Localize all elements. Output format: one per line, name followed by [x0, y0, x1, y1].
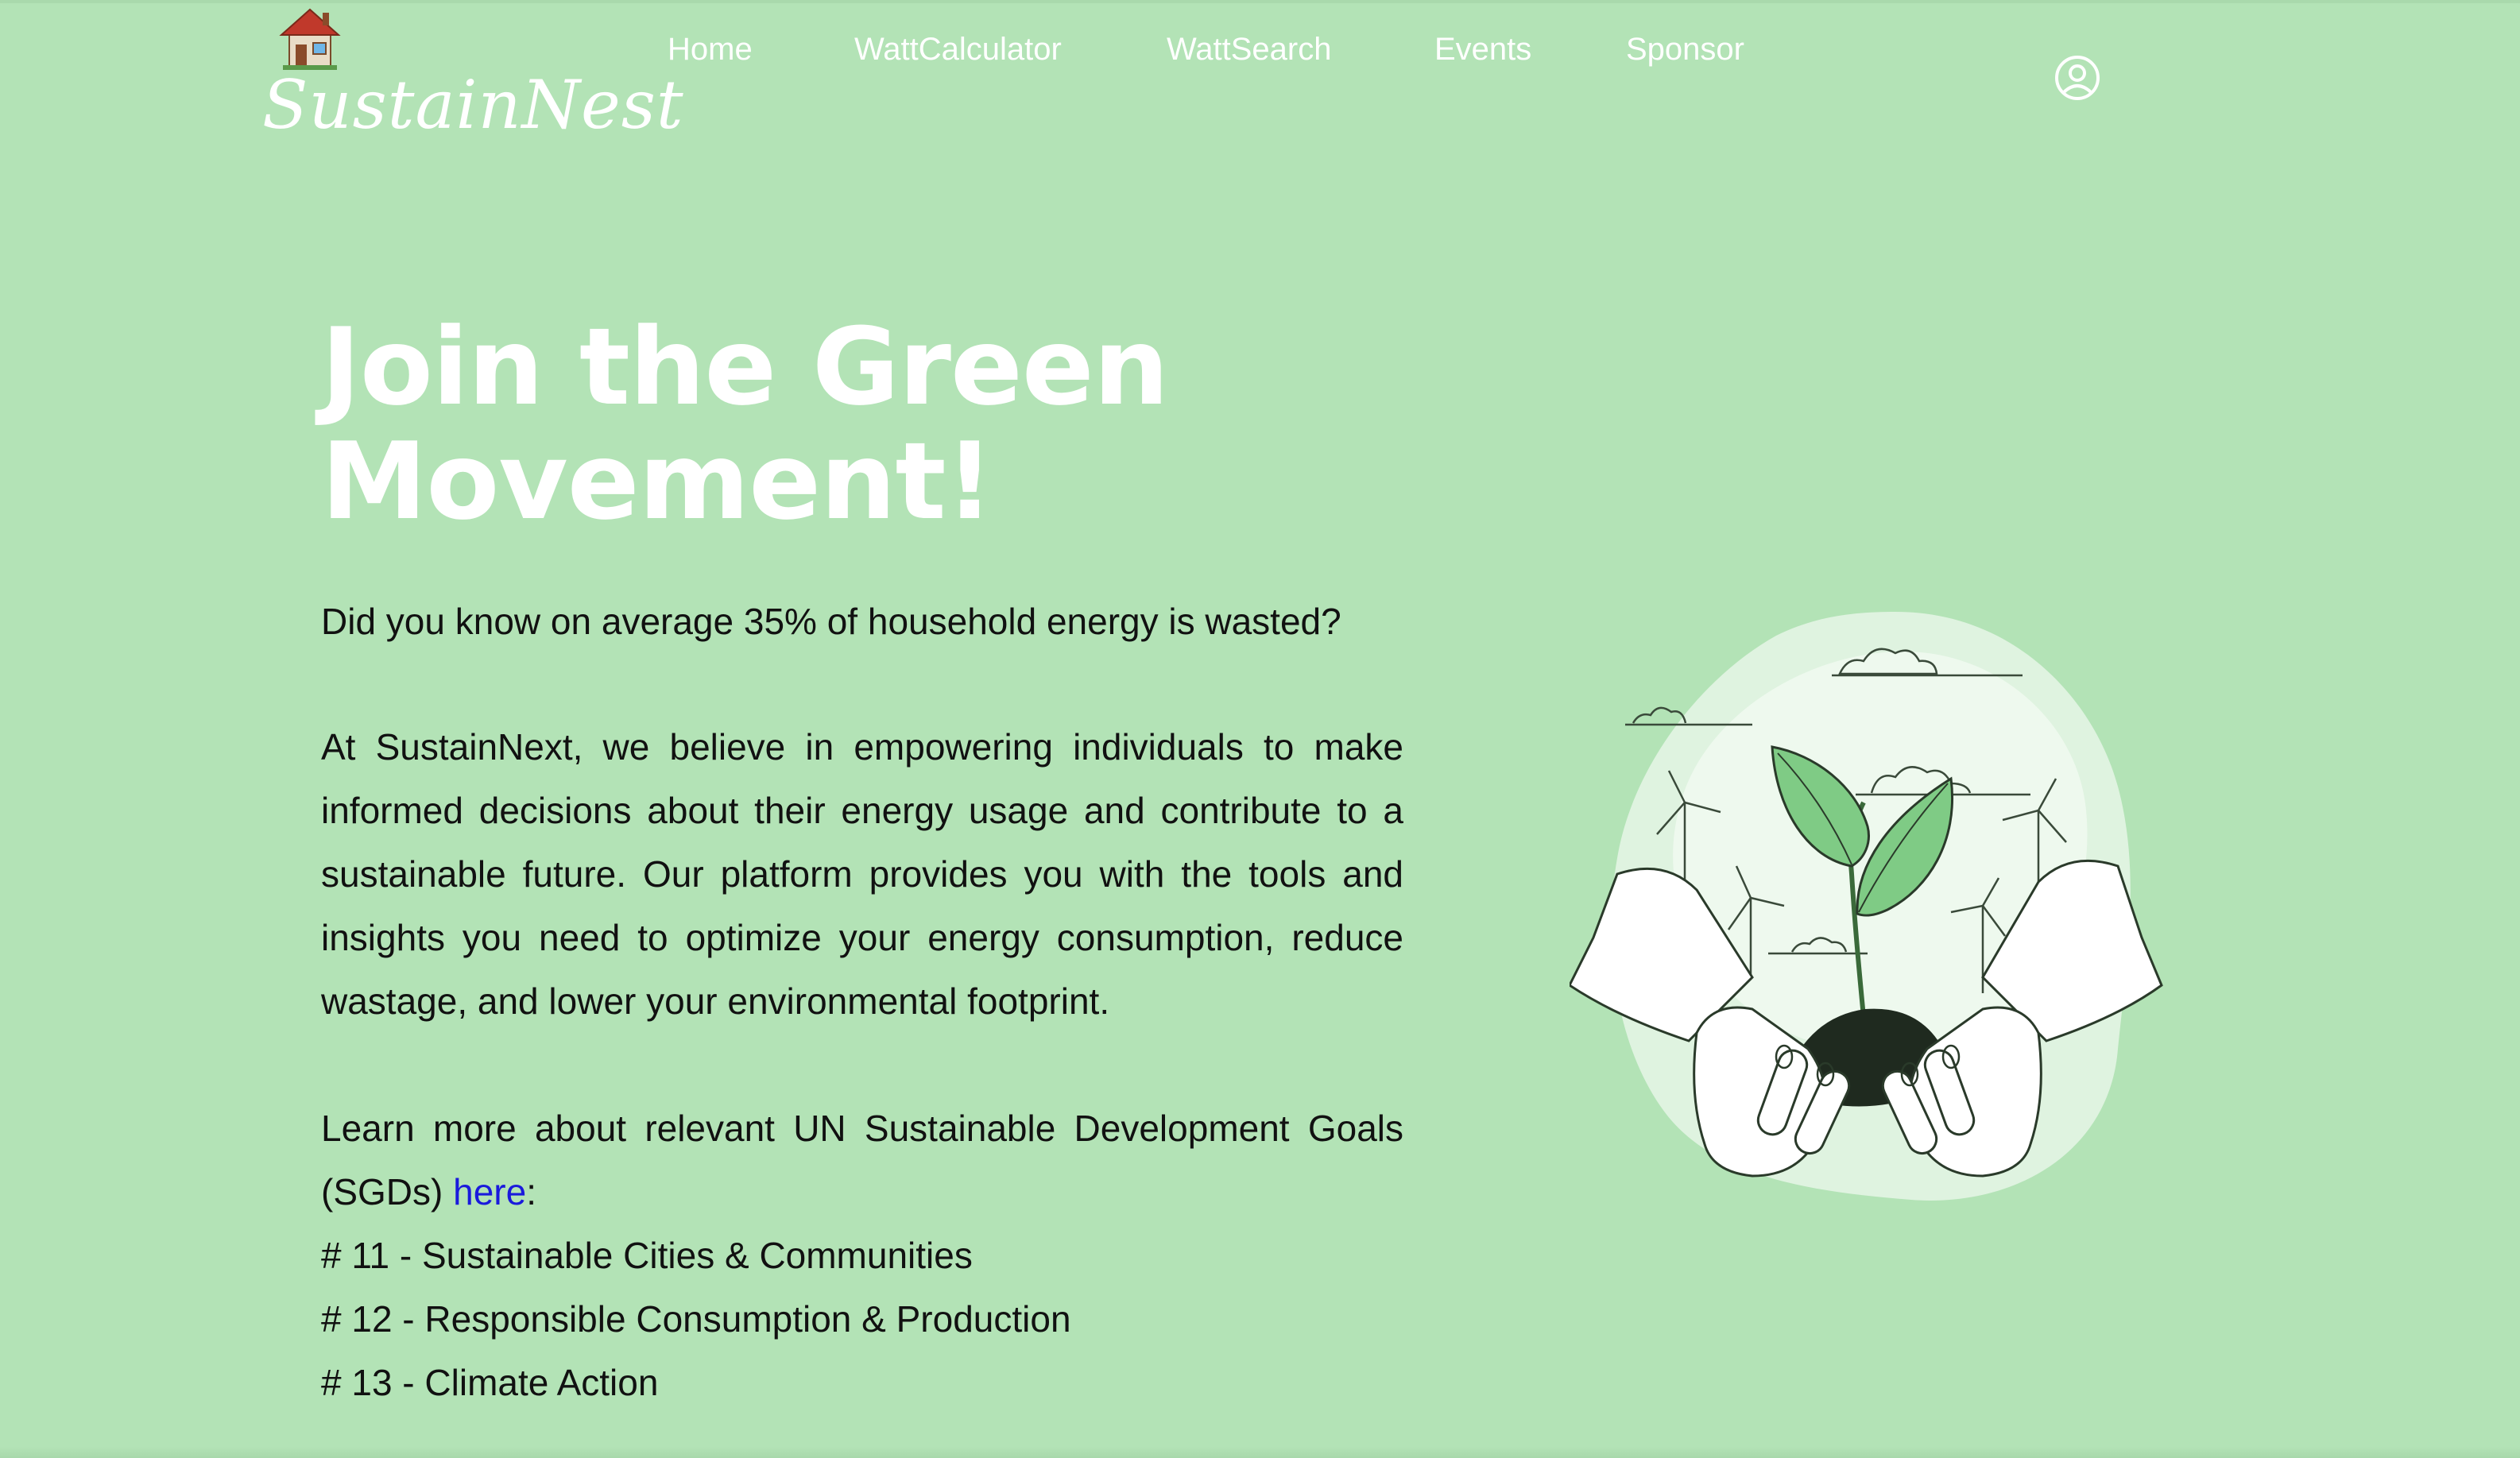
sdg-link[interactable]: here [453, 1171, 526, 1212]
logo-text: SustainNest [262, 66, 684, 144]
nav-home[interactable]: Home [668, 32, 753, 68]
sdg-goals-list: # 11 - Sustainable Cities & Communities … [321, 1224, 1403, 1414]
nav-sponsor[interactable]: Sponsor [1626, 32, 1744, 68]
intro-text: Did you know on average 35% of household… [321, 601, 1341, 642]
user-circle-icon[interactable] [2054, 54, 2101, 102]
goal-item: # 11 - Sustainable Cities & Communities [321, 1235, 973, 1276]
house-icon [279, 8, 341, 70]
hero-section: Join the Green Movement! [321, 310, 1402, 539]
learn-suffix: : [526, 1171, 536, 1212]
site-header: SustainNest Home WattCalculator WattSear… [0, 0, 2520, 167]
goal-item: # 13 - Climate Action [321, 1362, 659, 1403]
nav-wattcalculator[interactable]: WattCalculator [854, 32, 1062, 68]
hero-title: Join the Green Movement! [321, 310, 1402, 539]
hero-title-line1: Join the Green [321, 305, 1169, 429]
nav-wattsearch[interactable]: WattSearch [1167, 32, 1331, 68]
nav-events[interactable]: Events [1434, 32, 1531, 68]
hero-title-line2: Movement! [321, 420, 994, 543]
about-paragraph: At SustainNext, we believe in empowering… [321, 726, 1403, 1022]
bottom-border [0, 1447, 2520, 1458]
hands-holding-sprout-illustration [1570, 612, 2163, 1201]
site-logo[interactable]: SustainNest [262, 5, 683, 148]
learn-more-text: Learn more about relevant UN Sustainable… [321, 1096, 1403, 1224]
goal-item: # 12 - Responsible Consumption & Product… [321, 1298, 1071, 1340]
